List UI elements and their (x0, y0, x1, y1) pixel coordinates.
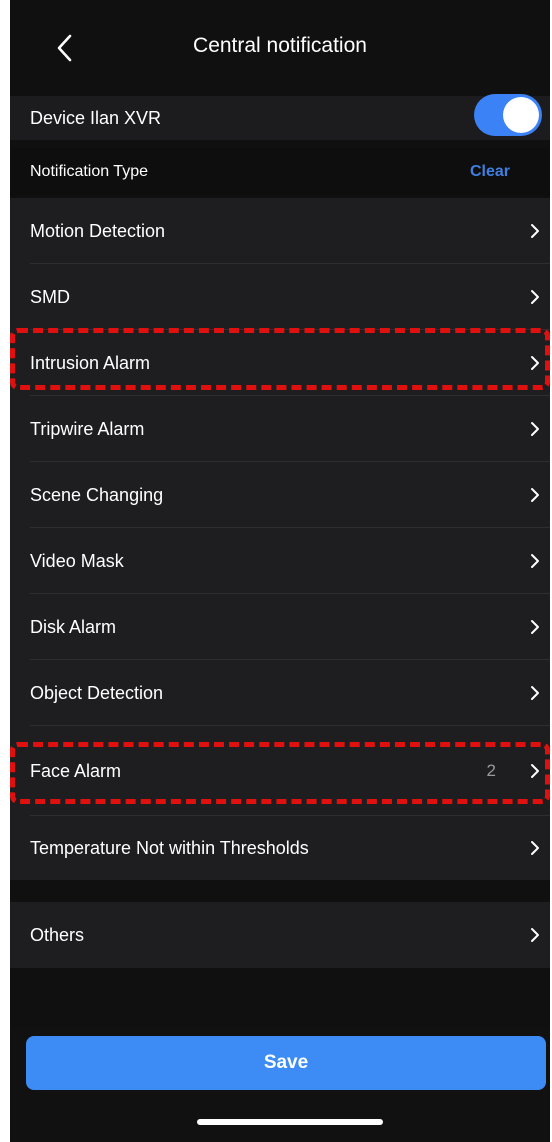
item-label: Temperature Not within Thresholds (30, 837, 309, 858)
list-item-others[interactable]: Others (10, 902, 550, 968)
chevron-right-icon (531, 841, 539, 855)
chevron-right-icon (531, 488, 539, 502)
chevron-right-icon (531, 686, 539, 700)
section-title: Notification Type (30, 163, 148, 180)
list-item-object-detection[interactable]: Object Detection (10, 660, 550, 726)
clear-button[interactable]: Clear (470, 148, 510, 196)
item-label: Intrusion Alarm (30, 352, 151, 373)
item-label: SMD (30, 286, 70, 307)
chevron-right-icon (531, 928, 539, 942)
chevron-right-icon (531, 422, 539, 436)
item-label: Others (30, 924, 85, 945)
list-item-motion-detection[interactable]: Motion Detection (10, 198, 550, 264)
device-label: Device Ilan XVR (30, 107, 162, 128)
list-item-video-mask[interactable]: Video Mask (10, 528, 550, 594)
chevron-right-icon (531, 290, 539, 304)
list-item-face-alarm[interactable]: Face Alarm 2 (10, 726, 550, 816)
list-item-disk-alarm[interactable]: Disk Alarm (10, 594, 550, 660)
chevron-right-icon (531, 224, 539, 238)
chevron-right-icon (531, 764, 539, 778)
item-label: Motion Detection (30, 220, 166, 241)
section-header: Notification Type Clear (10, 148, 550, 196)
item-label: Object Detection (30, 682, 164, 703)
home-indicator (197, 1119, 383, 1125)
navigation-bar: Central notification (10, 0, 550, 96)
device-row: Device Ilan XVR (10, 96, 550, 140)
list-item-smd[interactable]: SMD (10, 264, 550, 330)
toggle-knob (503, 97, 539, 133)
item-count-badge: 2 (486, 761, 496, 780)
save-button[interactable]: Save (26, 1036, 546, 1090)
item-label: Disk Alarm (30, 616, 117, 637)
chevron-right-icon (531, 620, 539, 634)
phone-screen: Central notification Device Ilan XVR Not… (10, 0, 550, 1142)
device-notification-toggle[interactable] (474, 94, 542, 136)
chevron-right-icon (531, 554, 539, 568)
list-item-tripwire-alarm[interactable]: Tripwire Alarm (10, 396, 550, 462)
list-item-scene-changing[interactable]: Scene Changing (10, 462, 550, 528)
item-label: Tripwire Alarm (30, 418, 145, 439)
item-label: Scene Changing (30, 484, 164, 505)
page-title: Central notification (193, 34, 367, 57)
item-label: Face Alarm (30, 760, 122, 781)
chevron-right-icon (531, 356, 539, 370)
item-label: Video Mask (30, 550, 124, 571)
list-item-intrusion-alarm[interactable]: Intrusion Alarm (10, 330, 550, 396)
list-item-temperature[interactable]: Temperature Not within Thresholds (10, 816, 550, 880)
